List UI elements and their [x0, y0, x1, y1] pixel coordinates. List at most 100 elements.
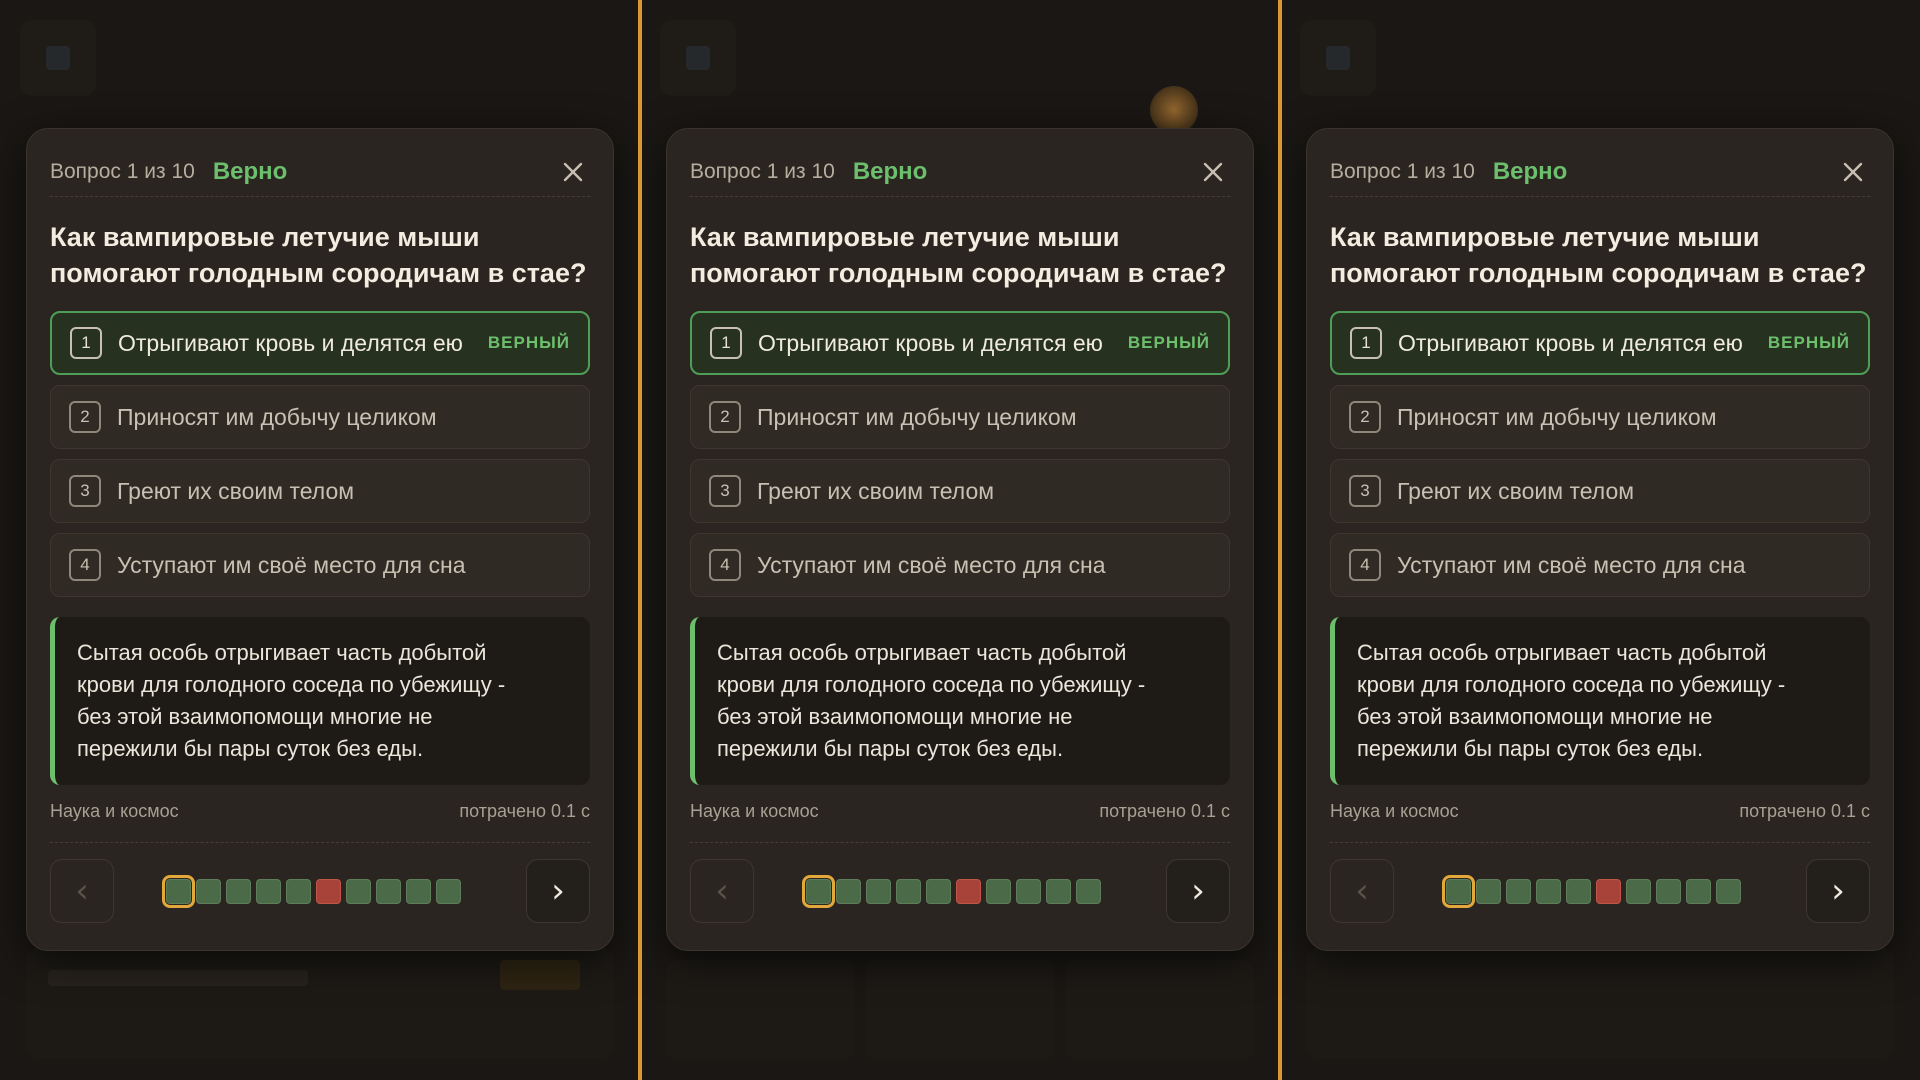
progress-pip-6[interactable] [1596, 878, 1621, 904]
close-button[interactable] [556, 155, 590, 189]
progress-pip-1[interactable] [1442, 874, 1475, 908]
explanation-line: Сытая особь отрыгивает часть добытой [717, 640, 1127, 665]
progress-pip-7[interactable] [346, 878, 371, 904]
background-tab [1066, 960, 1254, 1060]
option-text: Отрыгивают кровь и делятся ею [118, 329, 463, 356]
close-button[interactable] [1196, 155, 1230, 189]
question-counter: Вопрос 1 из 10 [50, 159, 195, 183]
question-line: помогают голодным сородичам в стае? [690, 258, 1227, 288]
chevron-right-icon: › [551, 871, 565, 911]
progress-pip-8[interactable] [376, 878, 401, 904]
progress-pip-5[interactable] [286, 878, 311, 904]
answer-option-3[interactable]: 3 Греют их своим телом [1330, 459, 1870, 523]
option-number: 4 [1349, 549, 1381, 581]
answer-option-2[interactable]: 2 Приносят им добычу целиком [690, 385, 1230, 449]
progress-pip-9[interactable] [1046, 878, 1071, 904]
progress-pip-4[interactable] [256, 878, 281, 904]
progress-pip-9[interactable] [1686, 878, 1711, 904]
panel-divider [638, 0, 642, 1080]
chevron-left-icon: ‹ [75, 871, 89, 911]
option-number: 1 [710, 327, 742, 359]
prev-button[interactable]: ‹ [50, 859, 114, 923]
progress-pip-7[interactable] [1626, 878, 1651, 904]
progress-pip-3[interactable] [866, 878, 891, 904]
panel-divider [1278, 0, 1282, 1080]
question-line: помогают голодным сородичам в стае? [1330, 258, 1867, 288]
category-label: Наука и космос [1330, 801, 1459, 821]
option-number: 1 [1350, 327, 1382, 359]
progress-pip-10[interactable] [1716, 878, 1741, 904]
quiz-result-card: Вопрос 1 из 10 Верно Как вампировые лету… [1306, 128, 1894, 951]
progress-pip-10[interactable] [436, 878, 461, 904]
option-text: Уступают им своё место для сна [1397, 551, 1746, 578]
question-line: Как вампировые летучие мыши [50, 222, 480, 252]
explanation-line: без этой взаимопомощи многие не [1357, 704, 1713, 729]
progress-pip-9[interactable] [406, 878, 431, 904]
option-number: 2 [1349, 401, 1381, 433]
progress-pip-8[interactable] [1656, 878, 1681, 904]
progress-pip-10[interactable] [1076, 878, 1101, 904]
explanation-line: крови для голодного соседа по убежищу - [1357, 672, 1786, 697]
close-icon [563, 162, 583, 181]
answer-options: 1 Отрыгивают кровь и делятся ею ВЕРНЫЙ 2… [1330, 311, 1870, 597]
progress-pip-6[interactable] [956, 878, 981, 904]
quiz-result-card: Вопрос 1 из 10 Верно Как вампировые лету… [666, 128, 1254, 951]
panel-1: Вопрос 1 из 10 Верно Как вампировые лету… [0, 0, 640, 1080]
explanation-box: Сытая особь отрыгивает часть добытой кров… [690, 617, 1230, 785]
option-number: 2 [69, 401, 101, 433]
progress-pip-2[interactable] [196, 878, 221, 904]
explanation-line: пережили бы пары суток без еды. [77, 736, 424, 761]
progress-pip-5[interactable] [1566, 878, 1591, 904]
next-button[interactable]: › [1166, 859, 1230, 923]
option-number: 4 [69, 549, 101, 581]
close-icon [1843, 162, 1863, 181]
option-number: 3 [69, 475, 101, 507]
progress-pip-4[interactable] [1536, 878, 1561, 904]
card-header: Вопрос 1 из 10 Верно [690, 153, 1230, 197]
progress-pip-7[interactable] [986, 878, 1011, 904]
option-text: Уступают им своё место для сна [757, 551, 1106, 578]
answer-option-4[interactable]: 4 Уступают им своё место для сна [1330, 533, 1870, 597]
next-button[interactable]: › [526, 859, 590, 923]
answer-options: 1 Отрыгивают кровь и делятся ею ВЕРНЫЙ 2… [50, 311, 590, 597]
progress-pip-4[interactable] [896, 878, 921, 904]
progress-pip-5[interactable] [926, 878, 951, 904]
answer-status: Верно [212, 157, 288, 185]
answer-option-1[interactable]: 1 Отрыгивают кровь и делятся ею ВЕРНЫЙ [1330, 311, 1870, 375]
time-spent: потрачено 0.1 с [1099, 801, 1230, 821]
question-text: Как вампировые летучие мыши помогают гол… [50, 219, 590, 295]
option-number: 1 [70, 327, 102, 359]
option-text: Греют их своим телом [757, 477, 995, 504]
answer-option-3[interactable]: 3 Греют их своим телом [690, 459, 1230, 523]
close-button[interactable] [1836, 155, 1870, 189]
next-button[interactable]: › [1806, 859, 1870, 923]
progress-pip-8[interactable] [1016, 878, 1041, 904]
progress-pip-3[interactable] [1506, 878, 1531, 904]
category-label: Наука и космос [690, 801, 819, 821]
background-avatar [1150, 86, 1198, 134]
background-tab-bar [666, 960, 1254, 1060]
meta-row: Наука и космос потрачено 0.1 с [50, 801, 590, 843]
progress-pip-2[interactable] [836, 878, 861, 904]
chevron-right-icon: › [1191, 871, 1205, 911]
answer-option-3[interactable]: 3 Греют их своим телом [50, 459, 590, 523]
progress-pip-6[interactable] [316, 878, 341, 904]
progress-pip-2[interactable] [1476, 878, 1501, 904]
question-text: Как вампировые летучие мыши помогают гол… [1330, 219, 1870, 295]
prev-button[interactable]: ‹ [690, 859, 754, 923]
card-header: Вопрос 1 из 10 Верно [1330, 153, 1870, 197]
explanation-line: крови для голодного соседа по убежищу - [717, 672, 1146, 697]
prev-button[interactable]: ‹ [1330, 859, 1394, 923]
explanation-box: Сытая особь отрыгивает часть добытой кров… [1330, 617, 1870, 785]
answer-option-2[interactable]: 2 Приносят им добычу целиком [50, 385, 590, 449]
answer-option-1[interactable]: 1 Отрыгивают кровь и делятся ею ВЕРНЫЙ [50, 311, 590, 375]
answer-option-4[interactable]: 4 Уступают им своё место для сна [690, 533, 1230, 597]
progress-pip-3[interactable] [226, 878, 251, 904]
answer-option-4[interactable]: 4 Уступают им своё место для сна [50, 533, 590, 597]
answer-option-2[interactable]: 2 Приносят им добычу целиком [1330, 385, 1870, 449]
progress-pip-1[interactable] [802, 874, 835, 908]
question-counter: Вопрос 1 из 10 [690, 159, 835, 183]
option-text: Отрыгивают кровь и делятся ею [1398, 329, 1743, 356]
progress-pip-1[interactable] [162, 874, 195, 908]
answer-option-1[interactable]: 1 Отрыгивают кровь и делятся ею ВЕРНЫЙ [690, 311, 1230, 375]
